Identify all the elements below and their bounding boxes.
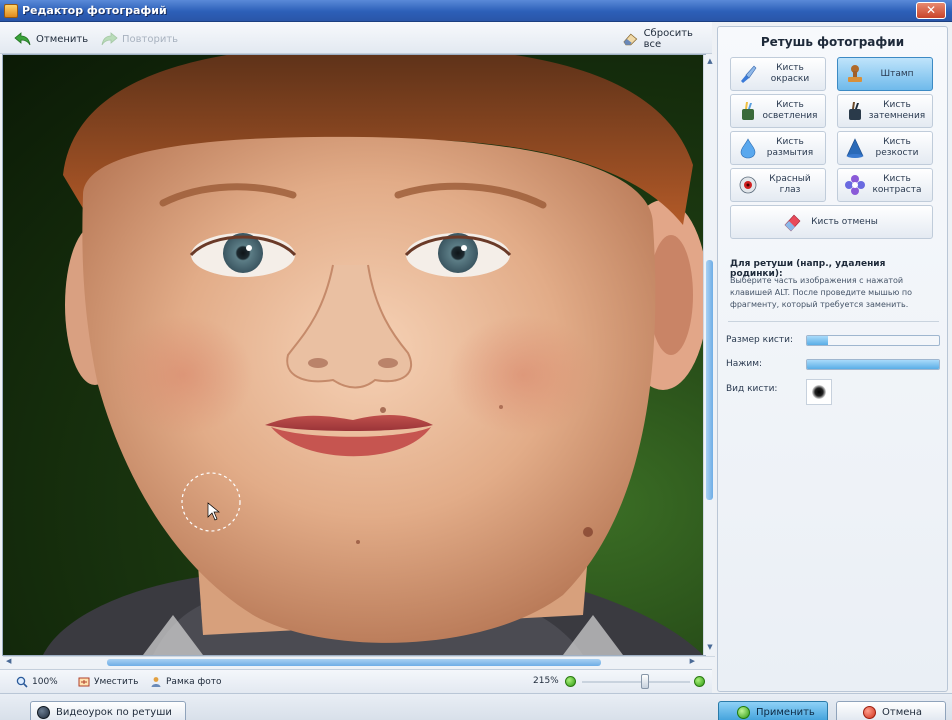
cancel-label: Отмена xyxy=(882,706,923,718)
paint-brush-icon xyxy=(741,65,757,83)
app-icon xyxy=(4,4,18,18)
window-title: Редактор фотографий xyxy=(22,4,167,17)
eraser-icon xyxy=(623,33,638,46)
burn-brush-icon xyxy=(849,102,861,120)
undo-brush-label: Кисть отмены xyxy=(811,216,878,227)
pressure-label: Нажим: xyxy=(726,359,763,369)
reset-all-button[interactable]: Сбросить все xyxy=(622,28,712,50)
title-bar: Редактор фотографий ✕ xyxy=(0,0,952,22)
bottom-bar: Видеоурок по ретуши Применить Отмена xyxy=(0,693,952,720)
pressure-fill xyxy=(807,360,939,369)
zoom-100-button[interactable]: 100% xyxy=(16,676,58,688)
vertical-scrollbar[interactable]: ▲ ▼ xyxy=(703,55,715,655)
zoom-percent: 215% xyxy=(533,676,559,686)
zoom-slider-thumb[interactable] xyxy=(640,674,649,689)
video-camera-icon xyxy=(37,705,50,719)
scroll-left-icon[interactable]: ◀ xyxy=(6,657,11,665)
contrast-flower-icon xyxy=(845,175,865,195)
brush-type-label: Вид кисти: xyxy=(726,384,778,394)
retouch-panel: Ретушь фотографии Кисть окраски Штамп Ки… xyxy=(717,26,948,692)
red-eye-icon xyxy=(739,176,757,194)
scroll-right-icon[interactable]: ▶ xyxy=(690,657,695,665)
portrait-photo xyxy=(43,55,703,655)
video-tutorial-label: Видеоурок по ретуши xyxy=(56,706,172,718)
water-drop-icon xyxy=(740,138,756,159)
panel-title: Ретушь фотографии xyxy=(760,35,905,49)
fit-button[interactable]: Уместить xyxy=(78,676,138,688)
redo-button[interactable]: Повторить xyxy=(100,30,178,48)
stamp-label: Штамп xyxy=(880,68,914,79)
cancel-button[interactable]: Отмена xyxy=(836,701,946,720)
red-eye-tool[interactable]: Красный глаз xyxy=(730,168,826,202)
redo-arrow-icon xyxy=(101,32,118,46)
zoom-slider-track[interactable] xyxy=(582,681,690,683)
dodge-brush-label: Кисть осветления xyxy=(762,100,818,121)
dodge-brush-icon xyxy=(742,102,754,120)
undo-arrow-icon xyxy=(14,32,31,46)
horizontal-scrollbar[interactable]: ◀ ▶ xyxy=(3,656,715,668)
sharpen-brush-label: Кисть резкости xyxy=(875,137,919,158)
toolbar: Отменить Повторить Сбросить все xyxy=(0,22,712,54)
cone-icon xyxy=(846,138,864,158)
stamp-icon xyxy=(848,65,862,82)
paint-brush-tool[interactable]: Кисть окраски xyxy=(730,57,826,91)
photo-frame-label: Рамка фото xyxy=(166,677,222,687)
horizontal-scroll-thumb[interactable] xyxy=(107,659,601,666)
hint-text: Выберите часть изображения с нажатой кла… xyxy=(730,276,912,309)
brush-size-fill xyxy=(807,336,829,345)
status-bar: 100% Уместить Рамка фото 215% xyxy=(0,669,712,693)
zoom-100-label: 100% xyxy=(32,677,58,687)
undo-button[interactable]: Отменить xyxy=(14,30,88,48)
sharpen-brush-tool[interactable]: Кисть резкости xyxy=(837,131,933,165)
stamp-tool[interactable]: Штамп xyxy=(837,57,933,91)
contrast-brush-label: Кисть контраста xyxy=(872,174,922,195)
magnifier-icon xyxy=(16,676,28,688)
redo-label: Повторить xyxy=(122,33,179,45)
soft-brush-icon xyxy=(812,385,826,399)
blur-brush-label: Кисть размытия xyxy=(766,137,814,158)
photo-canvas[interactable] xyxy=(3,55,703,655)
paint-brush-label: Кисть окраски xyxy=(770,63,810,84)
vertical-scroll-thumb[interactable] xyxy=(706,260,713,500)
scroll-up-icon[interactable]: ▲ xyxy=(706,57,714,67)
scroll-down-icon[interactable]: ▼ xyxy=(706,643,714,653)
brush-size-label: Размер кисти: xyxy=(726,335,793,345)
red-eye-label: Красный глаз xyxy=(769,174,811,195)
apply-button[interactable]: Применить xyxy=(718,701,828,720)
checkmark-icon xyxy=(737,705,750,719)
blur-brush-tool[interactable]: Кисть размытия xyxy=(730,131,826,165)
burn-brush-label: Кисть затемнения xyxy=(868,100,926,121)
reset-all-label: Сбросить все xyxy=(643,28,693,50)
video-tutorial-button[interactable]: Видеоурок по ретуши xyxy=(30,701,186,720)
fit-label: Уместить xyxy=(94,677,139,687)
cancel-icon xyxy=(863,705,876,719)
pressure-slider[interactable] xyxy=(806,359,940,370)
dodge-brush-tool[interactable]: Кисть осветления xyxy=(730,94,826,128)
brush-type-preview[interactable] xyxy=(806,379,832,405)
undo-brush-tool[interactable]: Кисть отмены xyxy=(730,205,933,239)
fit-icon xyxy=(78,677,90,687)
burn-brush-tool[interactable]: Кисть затемнения xyxy=(837,94,933,128)
close-window-button[interactable]: ✕ xyxy=(916,2,946,19)
contrast-brush-tool[interactable]: Кисть контраста xyxy=(837,168,933,202)
zoom-in-icon[interactable] xyxy=(694,676,705,687)
photo-frame-button[interactable]: Рамка фото xyxy=(150,676,222,688)
brush-size-slider[interactable] xyxy=(806,335,940,346)
divider xyxy=(728,321,939,322)
person-icon xyxy=(151,677,161,687)
apply-label: Применить xyxy=(756,706,815,718)
zoom-out-icon[interactable] xyxy=(565,676,576,687)
undo-label: Отменить xyxy=(36,33,89,45)
eraser-brush-icon xyxy=(784,214,801,232)
